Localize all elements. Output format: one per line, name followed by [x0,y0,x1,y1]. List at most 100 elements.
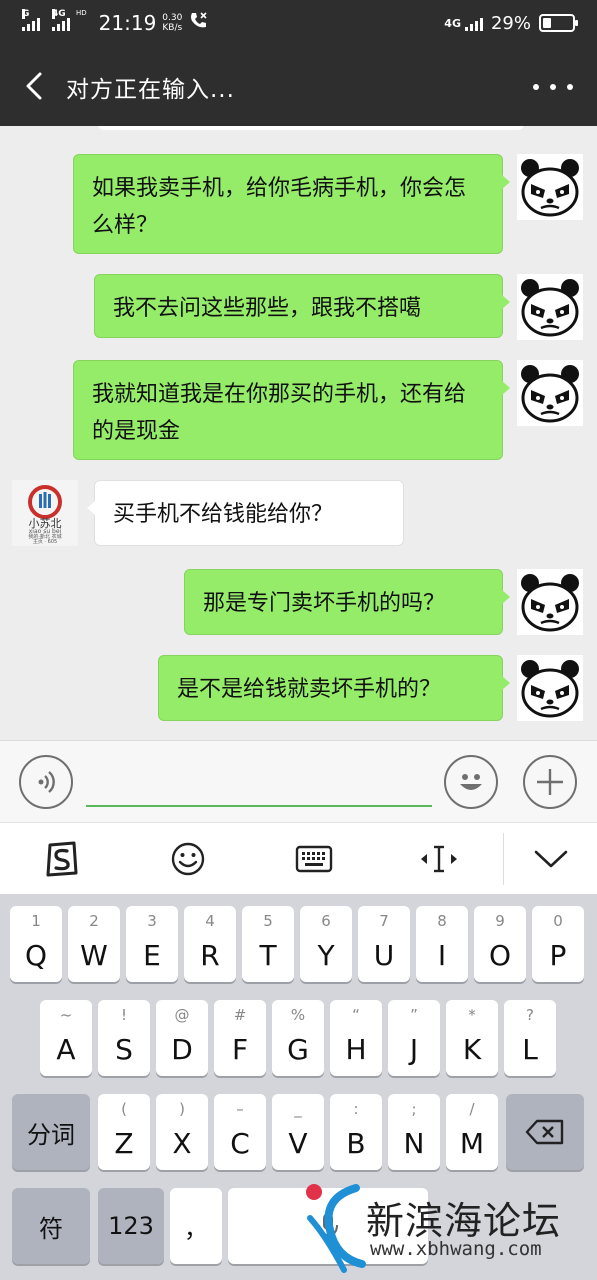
key-n[interactable]: ; N [388,1094,440,1170]
voice-icon [38,771,55,793]
add-button[interactable] [523,755,577,809]
key-q[interactable]: 1Q [10,906,62,982]
chat-history[interactable]: 如果我卖手机，给你毛病手机，你会怎么样？ 我不去问这些那些，跟我不搭噶 我就知道… [0,126,597,740]
key-d[interactable]: @ D [156,1000,208,1076]
key-h[interactable]: “H [330,1000,382,1076]
key-o[interactable]: 9O [474,906,526,982]
number-key[interactable]: 123 [98,1188,164,1264]
toolbar-divider [503,833,504,885]
message-bubble-outgoing[interactable]: 是不是给钱就卖坏手机的？ [158,655,510,721]
sogou-logo-button[interactable] [32,835,92,883]
message-bubble-outgoing[interactable]: 如果我卖手机，给你毛病手机，你会怎么样？ [73,154,510,254]
key-i[interactable]: 8I [416,906,468,982]
signal-sim1-icon: G [22,9,40,31]
watermark-title: 新滨海论坛 [366,1199,562,1243]
keyboard-switch-button[interactable] [284,835,344,883]
key-v[interactable]: _ V [272,1094,324,1170]
key-z[interactable]: (Z [98,1094,150,1170]
message-bubble-outgoing[interactable]: 我就知道我是在你那买的手机，还有给的是现金 [73,360,510,460]
key-symbol: @ [174,1006,190,1024]
key-g[interactable]: % G [272,1000,324,1076]
key-w[interactable]: 2W [68,906,120,982]
key-letter: Z [114,1127,134,1160]
key-s[interactable]: ! S [98,1000,150,1076]
dot-icon [550,84,556,90]
message-text: 我不去问这些那些，跟我不搭噶 [113,296,422,321]
my-avatar[interactable] [517,274,583,340]
key-k[interactable]: * K [446,1000,498,1076]
chat-title: 对方正在输入... [66,77,235,103]
message-bubble-outgoing[interactable]: 我不去问这些那些，跟我不搭噶 [94,274,510,338]
key-symbol: % [290,1006,306,1024]
key-j[interactable]: ” J [388,1000,440,1076]
dot-icon [567,84,573,90]
emoji-button[interactable] [444,755,498,809]
number-label: 123 [108,1212,154,1240]
key-a[interactable]: ~ A [40,1000,92,1076]
message-input[interactable] [86,755,432,807]
message-text: 是不是给钱就卖坏手机的？ [177,677,442,702]
key-t[interactable]: 5T [242,906,294,982]
more-options-button[interactable] [533,72,573,102]
hide-keyboard-button[interactable] [521,835,581,883]
key-letter: F [231,1033,249,1066]
key-c[interactable]: – C [214,1094,266,1170]
key-letter: R [200,939,220,972]
message-bubble-outgoing[interactable]: 那是专门卖坏手机的吗？ [184,569,510,635]
key-m[interactable]: / M [446,1094,498,1170]
dot-icon [533,84,539,90]
key-l[interactable]: ? L [504,1000,556,1076]
key-symbol: – [236,1100,244,1118]
key-y[interactable]: 6Y [300,906,352,982]
voice-button[interactable] [19,755,73,809]
key-letter: P [549,939,567,972]
emoji-panel-button[interactable] [158,835,218,883]
watermark-url: www.xbhwang.com [370,1238,542,1260]
key-symbol: ! [120,1006,127,1024]
key-e[interactable]: 3E [126,906,178,982]
key-letter: U [373,939,395,972]
backspace-key[interactable] [506,1094,584,1170]
message-text: 我就知道我是在你那买的手机，还有给的是现金 [92,382,467,444]
symbol-key[interactable]: 符 [12,1188,90,1264]
my-avatar[interactable] [517,569,583,635]
key-r[interactable]: 4R [184,906,236,982]
key-u[interactable]: 7U [358,906,410,982]
cursor-move-button[interactable] [409,835,469,883]
key-number: 7 [379,912,389,930]
back-button[interactable] [18,68,54,104]
key-f[interactable]: # F [214,1000,266,1076]
key-letter: L [522,1033,538,1066]
contact-avatar[interactable]: 小苏北 xiao su bei 我的·新北 农城 主页 · 605 [12,480,78,546]
comma-key[interactable]: ， [170,1188,222,1264]
input-bar [0,740,597,822]
message-text: 买手机不给钱能给你？ [113,502,334,527]
key-number: 3 [147,912,157,930]
key-number: 6 [321,912,331,930]
key-letter: O [488,939,512,972]
my-avatar[interactable] [517,655,583,721]
fenci-key[interactable]: 分词 [12,1094,90,1170]
cursor-icon [421,845,457,873]
my-avatar[interactable] [517,154,583,220]
key-symbol: ? [526,1006,534,1024]
watermark-logo-icon [306,1184,366,1273]
chevron-left-icon [26,72,42,100]
status-left: G 4G HD 21:19 0.30 KB/s [22,9,208,36]
signal-sim2-icon: 4G [52,9,70,31]
key-x[interactable]: ) X [156,1094,208,1170]
panda-face-icon [517,360,583,426]
key-letter: T [259,939,277,972]
chat-header: 对方正在输入... [0,48,597,126]
message-text: 如果我卖手机，给你毛病手机，你会怎么样？ [92,176,467,238]
net-speed-value: 0.30 [162,13,183,23]
key-b[interactable]: :B [330,1094,382,1170]
key-symbol: ~ [59,1006,73,1024]
key-p[interactable]: 0P [532,906,584,982]
key-letter: Y [317,939,335,972]
message-bubble-incoming[interactable]: 买手机不给钱能给你？ [87,480,404,546]
key-number: 5 [263,912,273,930]
backspace-icon [506,1094,584,1170]
my-avatar[interactable] [517,360,583,426]
key-letter: K [462,1033,482,1066]
